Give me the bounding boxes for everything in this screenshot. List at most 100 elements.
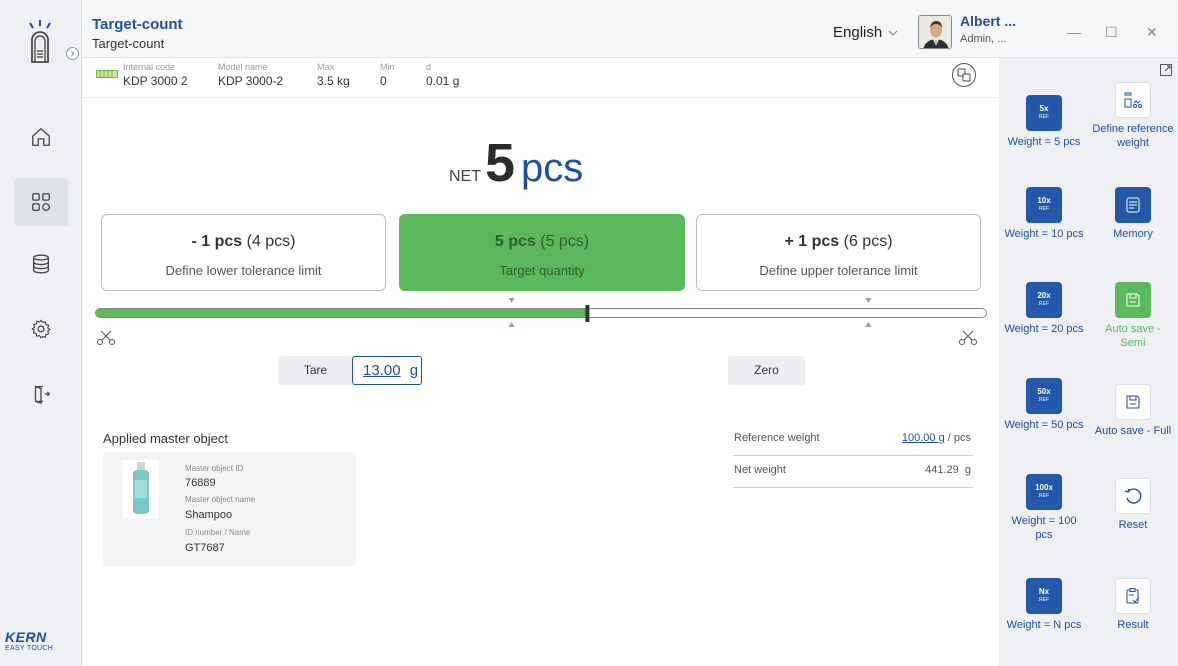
internal-code-label: Internal code (123, 62, 176, 72)
tolerance-markers (508, 298, 872, 327)
min-label: Min (380, 62, 395, 72)
brand-logo: KERN (5, 629, 47, 645)
result-button[interactable]: Result (1092, 578, 1174, 632)
lower-label: Define lower tolerance limit (165, 263, 322, 278)
target-quantity-button[interactable]: 5 pcs (5 pcs) Target quantity (399, 214, 685, 291)
tare-button[interactable]: Tare (278, 356, 353, 385)
upper-tolerance-button[interactable]: + 1 pcs (6 pcs) Define upper tolerance l… (696, 214, 981, 291)
model-name-label: Model name (218, 62, 268, 72)
readout-unit: pcs (521, 146, 584, 190)
target-label: Target quantity (499, 263, 585, 278)
swap-icon (957, 68, 971, 82)
result-label: Result (1117, 619, 1149, 631)
reference-weight-row: Reference weight 100.00 g / pcs (733, 428, 973, 456)
define-reference-label: Define reference weight (1092, 123, 1174, 149)
upper-label: Define upper tolerance limit (759, 263, 918, 278)
ref-n-button[interactable]: Nx REF Weight = N pcs (1003, 578, 1085, 632)
auto-save-full-label: Auto save - Full (1094, 425, 1172, 437)
ref-5-button[interactable]: 5x REF Weight = 5 pcs (1003, 95, 1085, 149)
ref-100-label: Weight = 100 pcs (1011, 515, 1077, 541)
id-number: GT7687 (185, 542, 225, 554)
logout-icon (34, 386, 51, 405)
language-select[interactable]: English (833, 24, 898, 41)
upper-limit-marker (865, 298, 872, 327)
lower-delta: - 1 pcs (191, 233, 243, 250)
apps-grid-icon (32, 193, 50, 211)
auto-save-full-button[interactable]: Auto save - Full (1092, 384, 1174, 438)
brand-tagline: EASY TOUCH (5, 645, 54, 652)
ref-20-icon: 20x REF (1026, 282, 1062, 318)
net-weight-row: Net weight 441.29 g (733, 460, 973, 488)
lower-tolerance-button[interactable]: - 1 pcs (4 pcs) Define lower tolerance l… (101, 214, 386, 291)
master-id: 76889 (185, 477, 216, 489)
avatar[interactable] (918, 15, 952, 49)
ref-100-button[interactable]: 100x REF Weight = 100 pcs (1003, 474, 1085, 542)
switch-scale-button[interactable] (952, 63, 976, 87)
auto-save-semi-label: Auto save - Semi (1105, 323, 1161, 349)
nav-applications[interactable] (14, 178, 68, 226)
net-weight-unit: g (964, 464, 971, 476)
page-title: Target-count (92, 16, 183, 33)
device-info-bar: Internal code KDP 3000 2 Model name KDP … (82, 58, 999, 98)
d-label: d (426, 62, 432, 72)
upper-delta: + 1 pcs (784, 233, 840, 250)
nav-logout[interactable] (14, 370, 68, 418)
expand-icon[interactable] (1160, 64, 1172, 76)
lower-abs: (4 pcs) (246, 233, 296, 250)
id-number-label: ID number / Name (185, 528, 251, 537)
result-icon (1115, 578, 1151, 614)
ref-20-button[interactable]: 20x REF Weight = 20 pcs (1003, 282, 1085, 336)
header: Target-count Target-count English Albert… (82, 0, 1178, 58)
reference-weight-value[interactable]: 100.00 g (902, 432, 945, 444)
master-name-label: Master object name (185, 495, 256, 504)
zero-button[interactable]: Zero (728, 356, 805, 385)
reset-icon (1115, 478, 1151, 514)
minimize-button[interactable]: — (1067, 24, 1081, 40)
master-object-card[interactable]: Master object ID 76889 Master object nam… (103, 452, 356, 566)
ref-50-button[interactable]: 50x REF Weight = 50 pcs (1003, 378, 1085, 432)
target-delta: 5 pcs (494, 233, 536, 250)
ref-5-icon: 5x REF (1026, 95, 1062, 131)
master-name: Shampoo (185, 509, 233, 521)
collapse-nav-button[interactable]: › (66, 47, 79, 60)
upper-scissors-icon[interactable] (958, 330, 978, 346)
maximize-button[interactable]: ☐ (1105, 24, 1118, 41)
chevron-down-icon (888, 30, 898, 36)
reset-button[interactable]: Reset (1092, 478, 1174, 532)
ref-10-button[interactable]: 10x REF Weight = 10 pcs (1003, 187, 1085, 241)
memory-icon (1115, 187, 1151, 223)
user-name: Albert ... (960, 13, 1017, 29)
define-reference-button[interactable]: Define reference weight (1092, 82, 1174, 150)
auto-save-semi-button[interactable]: Auto save - Semi (1092, 282, 1174, 350)
language-label: English (833, 24, 883, 41)
nav-home[interactable] (14, 113, 68, 161)
tare-input[interactable]: 13.00 g (352, 356, 422, 385)
auto-save-full-icon (1115, 384, 1151, 420)
max-label: Max (317, 62, 335, 72)
product-image (123, 460, 159, 518)
nav-settings[interactable] (14, 305, 68, 353)
right-panel: 5x REF Weight = 5 pcs 10x REF Weight = 10 … (999, 58, 1178, 666)
model-name: KDP 3000-2 (218, 74, 284, 88)
readout-value: 5 (485, 133, 516, 193)
ref-50-icon: 50x REF (1026, 378, 1062, 414)
define-reference-icon (1115, 82, 1151, 118)
scale-connection-icon (96, 70, 118, 78)
master-id-label: Master object ID (185, 464, 244, 473)
nav-database[interactable] (14, 240, 68, 288)
reference-weight-unit: / pcs (947, 432, 971, 444)
ref-5-label: Weight = 5 pcs (1007, 136, 1081, 148)
ref-n-label: Weight = N pcs (1006, 619, 1082, 631)
lower-scissors-icon[interactable] (96, 330, 116, 346)
ref-10-label: Weight = 10 pcs (1004, 228, 1084, 240)
memory-button[interactable]: Memory (1092, 187, 1174, 241)
net-label: NET (449, 168, 481, 185)
ref-20-label: Weight = 20 pcs (1004, 323, 1084, 335)
net-weight-label: Net weight (734, 464, 786, 476)
main-panel: Internal code KDP 3000 2 Model name KDP … (82, 58, 999, 666)
tare-value: 13.00 (363, 362, 401, 379)
home-icon (32, 127, 50, 146)
close-button[interactable]: ✕ (1146, 24, 1158, 41)
ref-100-icon: 100x REF (1026, 474, 1062, 510)
gear-icon (31, 319, 51, 339)
